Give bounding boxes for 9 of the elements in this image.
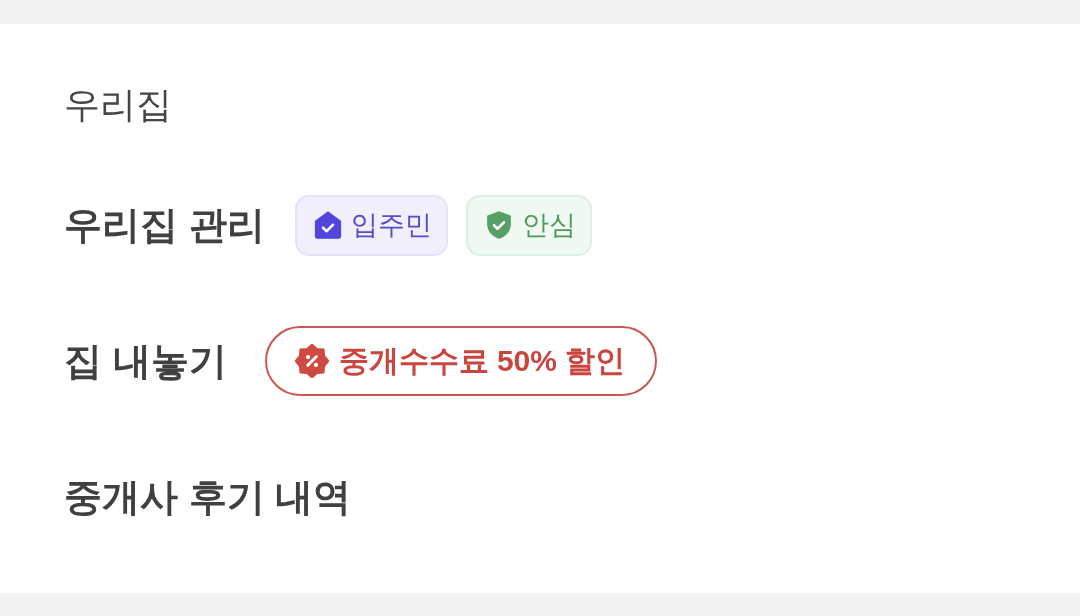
percent-seal-icon: [294, 344, 329, 378]
badge-label: 중개수수료 50% 할인: [338, 342, 626, 379]
badge-label: 입주민: [350, 209, 432, 242]
menu-item[interactable]: 중개사 후기 내역: [64, 471, 352, 523]
menu-item[interactable]: 우리집 관리: [64, 199, 265, 251]
house-check-icon: [312, 210, 343, 240]
badge-label: 안심: [521, 209, 576, 242]
section-title: 우리집: [64, 84, 172, 125]
menu-item[interactable]: 집 내놓기: [64, 335, 227, 387]
